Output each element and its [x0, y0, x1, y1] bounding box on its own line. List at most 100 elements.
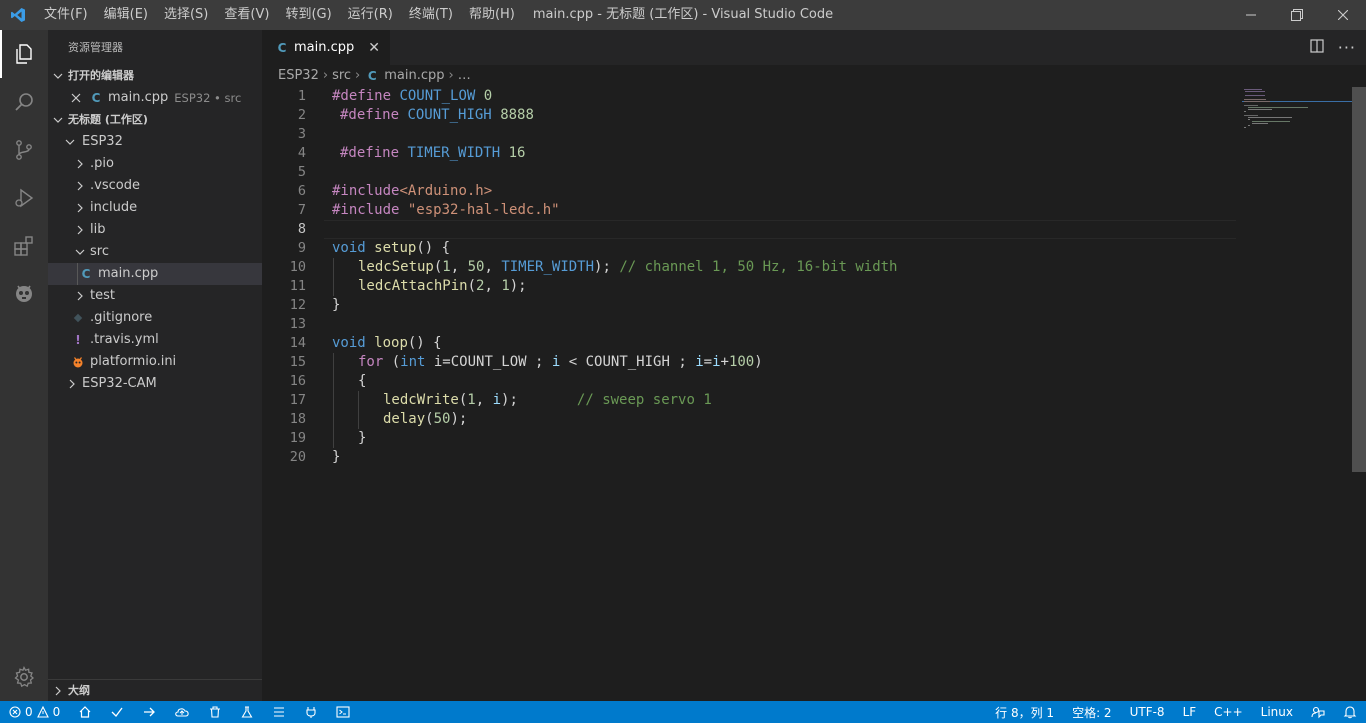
code-line: 15 for (int i=COUNT_LOW ; i < COUNT_HIGH …: [262, 353, 1237, 372]
token: ): [754, 354, 763, 370]
language-mode[interactable]: C++: [1205, 701, 1252, 723]
tree-file-main-cpp[interactable]: C main.cpp: [48, 263, 262, 285]
token: i: [695, 354, 704, 370]
feedback-icon: [1311, 706, 1325, 719]
code-line: 17 ledcWrite(1, i); // sweep servo 1: [262, 391, 1237, 410]
token: 1: [442, 259, 451, 275]
breadcrumb-src[interactable]: src: [332, 65, 351, 87]
feedback-button[interactable]: [1302, 701, 1334, 723]
cursor-position[interactable]: 行 8，列 1: [986, 701, 1063, 723]
title-bar: 文件(F) 编辑(E) 选择(S) 查看(V) 转到(G) 运行(R) 终端(T…: [0, 0, 1366, 30]
pio-clean-button[interactable]: [199, 701, 231, 723]
tree-file-gitignore[interactable]: .gitignore: [48, 307, 262, 329]
menu-view[interactable]: 查看(V): [216, 0, 277, 30]
menu-terminal[interactable]: 终端(T): [401, 0, 461, 30]
breadcrumb-file[interactable]: main.cpp: [384, 65, 444, 87]
menu-help[interactable]: 帮助(H): [461, 0, 523, 30]
line-number: 18: [289, 411, 306, 427]
cpp-file-icon: C: [91, 91, 101, 105]
tree-label: platformio.ini: [90, 354, 177, 369]
breadcrumb-more[interactable]: …: [458, 65, 471, 87]
menu-selection[interactable]: 选择(S): [156, 0, 216, 30]
token: ledcAttachPin: [358, 278, 468, 294]
code-line: 3: [262, 125, 1237, 144]
tree-file-travis[interactable]: ! .travis.yml: [48, 329, 262, 351]
tree-folder-esp32[interactable]: ESP32: [48, 131, 262, 153]
open-editor-item[interactable]: C main.cpp ESP32 • src: [48, 87, 262, 109]
git-icon: [70, 313, 86, 323]
workspace-header[interactable]: 无标题 (工作区): [48, 109, 262, 131]
pio-test-button[interactable]: [231, 701, 263, 723]
check-icon: [111, 707, 123, 717]
platform[interactable]: Linux: [1252, 701, 1302, 723]
manage-button[interactable]: [0, 653, 48, 701]
extensions-icon: [14, 236, 33, 256]
chevron-right-icon: [72, 225, 88, 235]
breadcrumb-folder[interactable]: ESP32: [278, 65, 319, 87]
close-icon[interactable]: ✕: [368, 40, 380, 56]
line-number: 12: [289, 297, 306, 313]
vertical-scrollbar[interactable]: [1352, 87, 1366, 472]
vscode-logo-icon: [0, 0, 36, 30]
encoding[interactable]: UTF-8: [1121, 701, 1174, 723]
explorer-button[interactable]: [0, 30, 48, 78]
platformio-button[interactable]: [0, 270, 48, 318]
minimap[interactable]: [1242, 87, 1352, 701]
token: 50: [467, 259, 485, 275]
sidebar-title: 资源管理器: [68, 41, 123, 54]
outline-header[interactable]: 大纲: [48, 679, 262, 701]
more-actions-icon[interactable]: ···: [1338, 38, 1356, 57]
code-editor[interactable]: 1 #define COUNT_LOW 0 2 #define COUNT_HIGH…: [262, 87, 1237, 701]
pio-terminal-button[interactable]: [327, 701, 359, 723]
tree-folder-pio[interactable]: .pio: [48, 153, 262, 175]
split-editor-icon[interactable]: [1310, 38, 1324, 57]
close-icon[interactable]: [68, 93, 84, 103]
source-control-icon: [16, 140, 32, 160]
source-control-button[interactable]: [0, 126, 48, 174]
token: #define: [332, 88, 392, 104]
pio-serial-monitor-button[interactable]: [295, 701, 327, 723]
menu-edit[interactable]: 编辑(E): [96, 0, 156, 30]
pio-build-button[interactable]: [101, 701, 133, 723]
gear-icon: [14, 665, 35, 688]
token: #define: [340, 145, 400, 161]
menu-file[interactable]: 文件(F): [36, 0, 96, 30]
minimize-button[interactable]: [1228, 0, 1274, 30]
pio-upload-button[interactable]: [133, 701, 165, 723]
pio-home-button[interactable]: [69, 701, 101, 723]
code-line: 9 void setup() {: [262, 239, 1237, 258]
problems-status[interactable]: 0 0: [0, 701, 69, 723]
token: );: [501, 392, 518, 408]
tab-main-cpp[interactable]: C main.cpp ✕: [262, 30, 390, 65]
indentation[interactable]: 空格: 2: [1063, 701, 1121, 723]
restore-button[interactable]: [1274, 0, 1320, 30]
search-button[interactable]: [0, 78, 48, 126]
token: #include: [332, 202, 400, 218]
end-of-line[interactable]: LF: [1174, 701, 1206, 723]
menu-go[interactable]: 转到(G): [277, 0, 339, 30]
warning-count: 0: [52, 705, 61, 719]
cpp-file-icon: C: [367, 69, 377, 83]
menu-run[interactable]: 运行(R): [340, 0, 401, 30]
open-editors-header[interactable]: 打开的编辑器: [48, 65, 262, 87]
pio-remote-button[interactable]: [165, 701, 199, 723]
pio-tasks-button[interactable]: [263, 701, 295, 723]
tree-folder-test[interactable]: test: [48, 285, 262, 307]
tree-folder-lib[interactable]: lib: [48, 219, 262, 241]
tree-label: .pio: [90, 156, 114, 171]
close-window-button[interactable]: [1320, 0, 1366, 30]
cloud-upload-icon: [175, 708, 189, 717]
chevron-right-icon: [72, 159, 88, 169]
code-line: 5: [262, 163, 1237, 182]
chevron-down-icon: [48, 71, 68, 81]
tree-folder-vscode[interactable]: .vscode: [48, 175, 262, 197]
run-debug-button[interactable]: [0, 174, 48, 222]
menu-bar: 文件(F) 编辑(E) 选择(S) 查看(V) 转到(G) 运行(R) 终端(T…: [36, 0, 523, 30]
tree-folder-esp32cam[interactable]: ESP32-CAM: [48, 373, 262, 395]
tree-folder-include[interactable]: include: [48, 197, 262, 219]
line-number: 11: [289, 278, 306, 294]
tree-folder-src[interactable]: src: [48, 241, 262, 263]
extensions-button[interactable]: [0, 222, 48, 270]
notifications-button[interactable]: [1334, 701, 1366, 723]
tree-file-platformio[interactable]: platformio.ini: [48, 351, 262, 373]
